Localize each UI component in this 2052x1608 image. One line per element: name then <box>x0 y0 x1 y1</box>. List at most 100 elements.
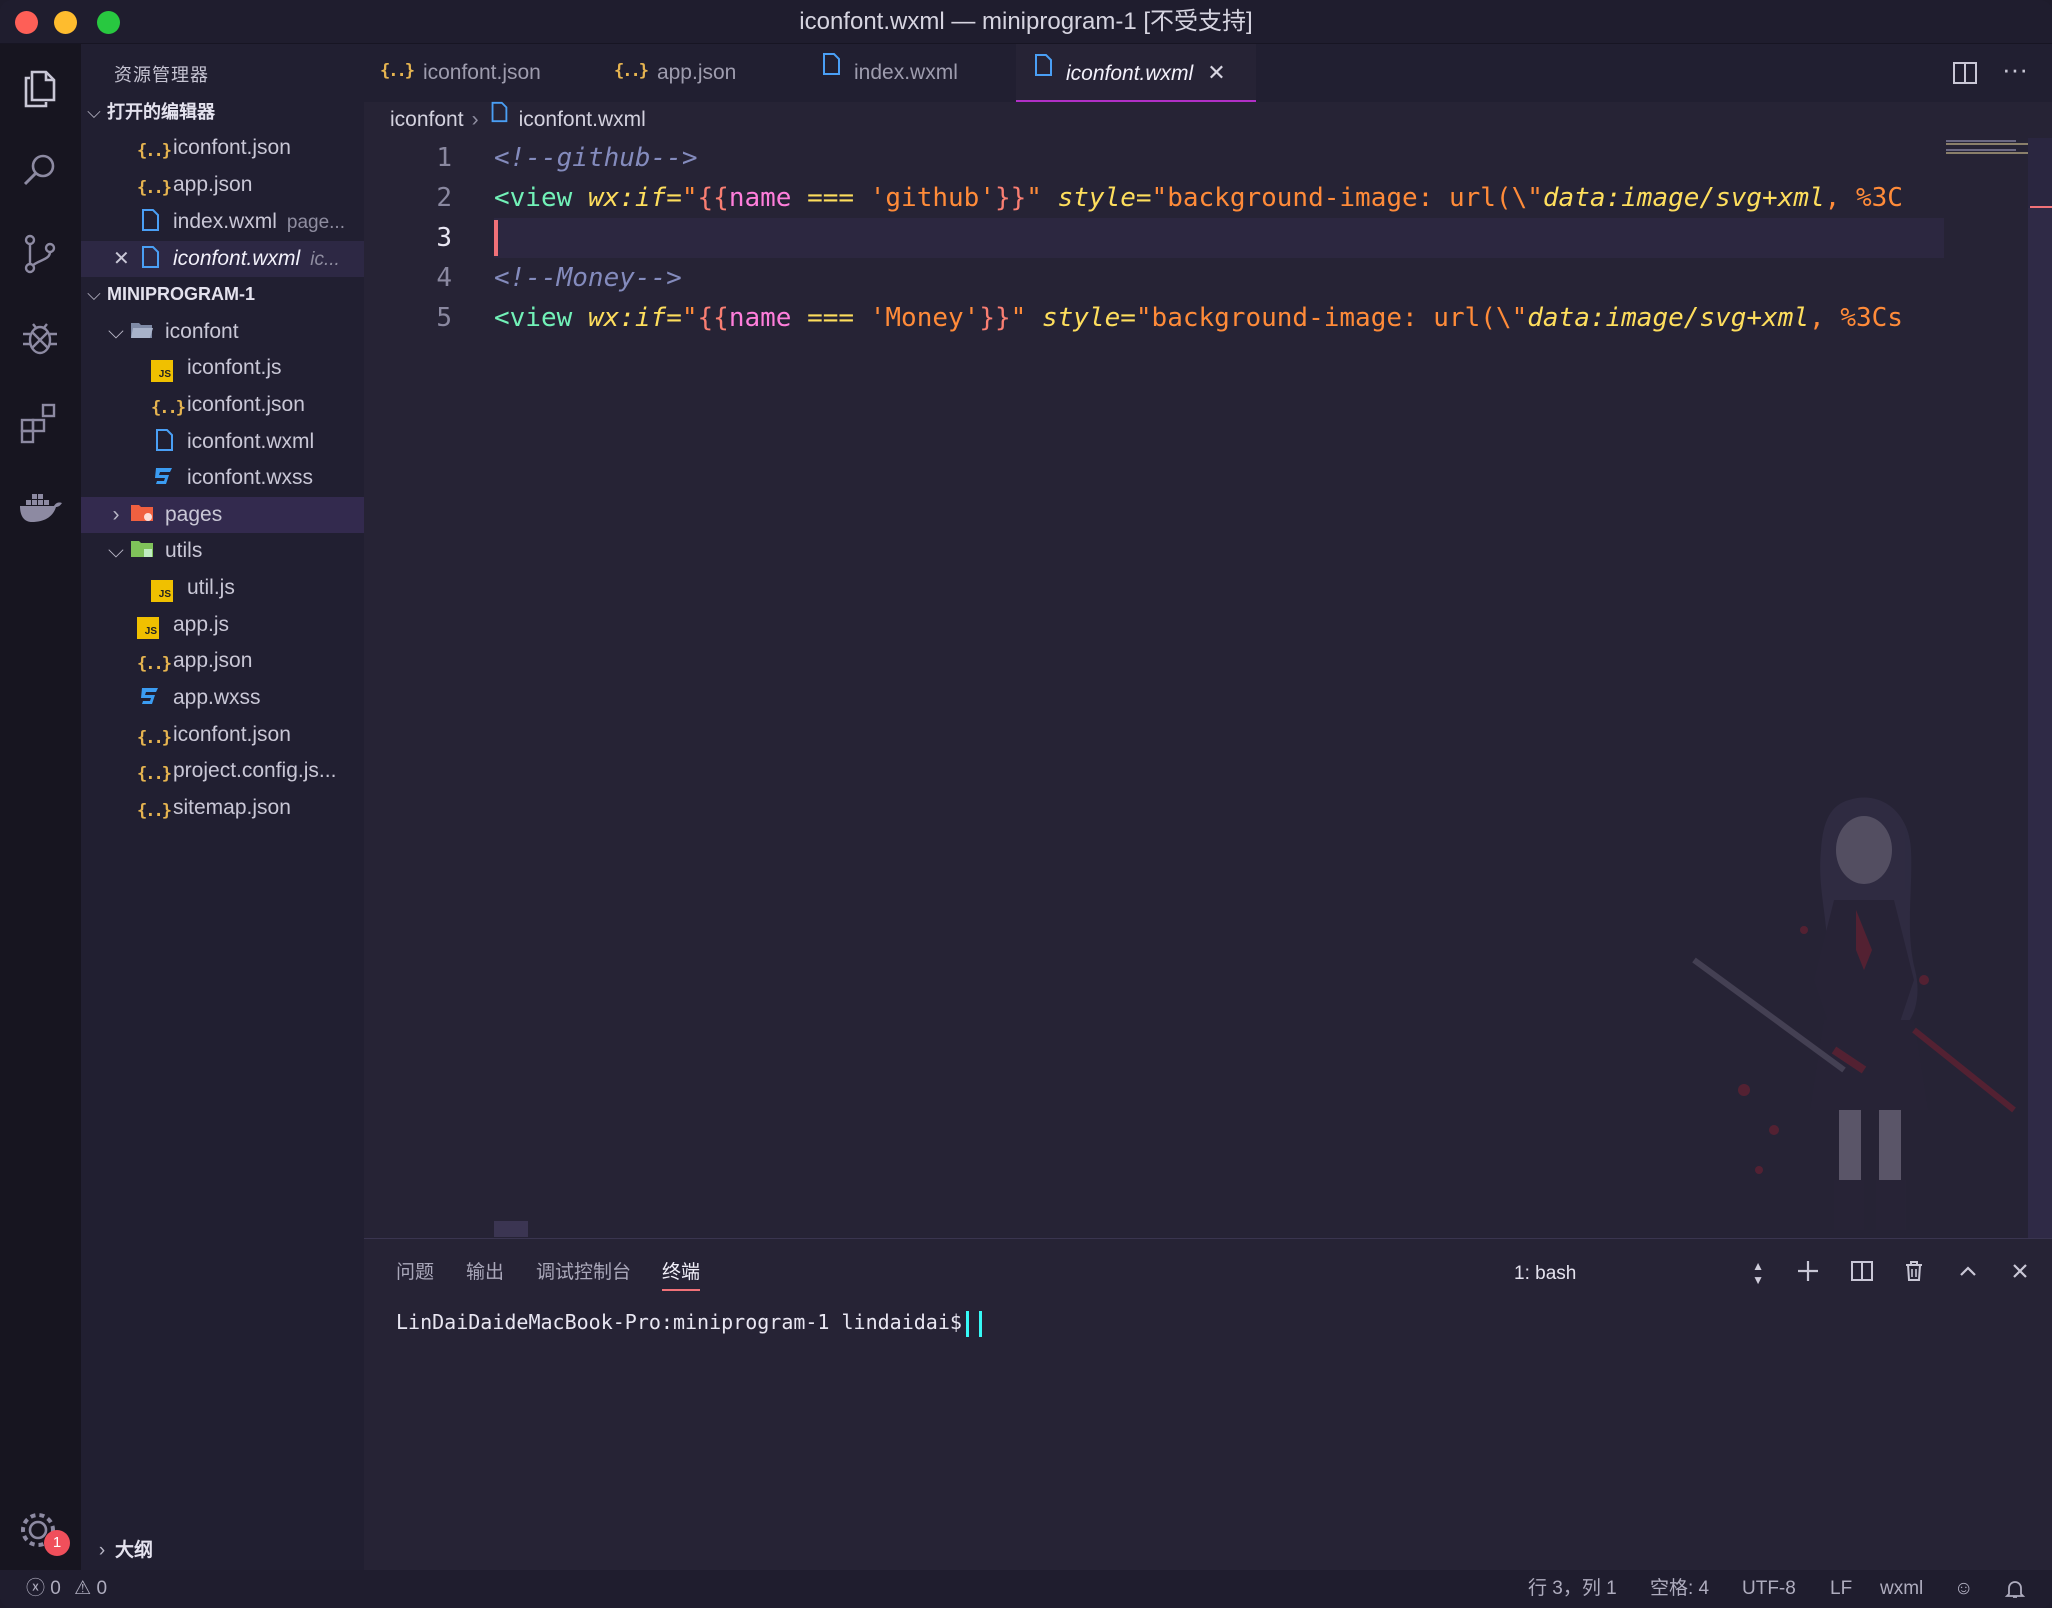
json-file-icon: {..} <box>380 61 415 82</box>
sidebar-title: 资源管理器 <box>114 65 209 85</box>
current-line-highlight <box>494 218 1944 258</box>
encoding[interactable]: UTF-8 <box>1742 1570 1796 1608</box>
tree-item[interactable]: iconfont.wxml <box>81 424 364 460</box>
tree-item[interactable]: JS app.js <box>81 607 364 643</box>
json-file-icon: {..} <box>137 178 172 199</box>
maximize-panel-icon[interactable] <box>1952 1255 1984 1287</box>
code-line[interactable]: <view wx:if="{{name === 'Money'}}" style… <box>494 298 1944 338</box>
tab-index-wxml[interactable]: index.wxml <box>818 44 1018 102</box>
error-icon: ⓧ <box>26 1578 46 1599</box>
tree-item[interactable]: ⌵ iconfont <box>81 314 364 350</box>
close-panel-icon[interactable] <box>2004 1255 2036 1287</box>
indentation[interactable]: 空格: 4 <box>1650 1570 1709 1608</box>
outline-header[interactable]: › 大纲 <box>81 1534 364 1568</box>
terminal-select[interactable]: 1: bash ▲ ▼ <box>1514 1259 1764 1289</box>
line-number: 3 <box>436 223 452 253</box>
settings-badge: 1 <box>44 1530 70 1556</box>
search-icon[interactable] <box>14 144 66 196</box>
folder-open-icon <box>129 536 155 562</box>
docker-icon[interactable] <box>14 480 66 532</box>
window-title: iconfont.wxml — miniprogram-1 [不受支持] <box>799 8 1253 35</box>
tab-terminal[interactable]: 终端 <box>662 1255 701 1291</box>
tab-iconfont-json[interactable]: {..} iconfont.json <box>380 44 590 102</box>
tree-item-utils[interactable]: ⌵ utils <box>81 533 364 569</box>
line-number: 5 <box>436 303 452 333</box>
open-editor-item[interactable]: {..} app.json <box>81 167 364 203</box>
tree-item[interactable]: JS iconfont.js <box>81 350 364 386</box>
chevron-right-icon: › <box>112 503 120 526</box>
chevron-right-icon: › <box>98 1540 106 1561</box>
code-line[interactable]: <!--Money--> <box>494 258 1944 298</box>
debug-icon[interactable] <box>14 312 66 364</box>
js-file-icon: JS <box>151 353 177 383</box>
horizontal-scrollbar-thumb[interactable] <box>494 1221 528 1237</box>
tab-app-json[interactable]: {..} app.json <box>614 44 804 102</box>
code-line[interactable]: <!--github--> <box>494 138 1944 178</box>
file-icon <box>151 427 177 453</box>
breadcrumb-file[interactable]: iconfont.wxml <box>519 108 646 131</box>
activity-bar: 1 <box>0 44 81 1570</box>
split-terminal-icon[interactable] <box>1846 1255 1878 1287</box>
open-editors-header[interactable]: ⌵ 打开的编辑器 <box>81 96 364 128</box>
terminal-cursor <box>978 1310 982 1337</box>
explorer-icon[interactable] <box>14 62 66 114</box>
scrollbar-thumb[interactable] <box>2028 208 2052 1238</box>
project-header[interactable]: ⌵ MINIPROGRAM-1 <box>81 278 364 310</box>
line-number: 1 <box>436 143 452 173</box>
chevron-down-icon: ⌵ <box>87 284 101 304</box>
new-terminal-icon[interactable] <box>1792 1255 1824 1287</box>
tree-item-pages[interactable]: › pages <box>81 497 364 533</box>
tree-item[interactable]: {..} app.json <box>81 643 364 679</box>
tab-actions: ··· <box>1932 44 2052 102</box>
js-file-icon: JS <box>151 573 177 603</box>
css-file-icon <box>137 683 163 709</box>
tree-item[interactable]: {..} project.config.js... <box>81 753 364 789</box>
split-editor-icon[interactable] <box>1950 58 1980 93</box>
json-file-icon: {..} <box>151 398 186 419</box>
more-actions-icon[interactable]: ··· <box>2002 54 2028 85</box>
breadcrumb-folder[interactable]: iconfont <box>390 108 464 131</box>
line-ending[interactable]: LF <box>1830 1570 1852 1608</box>
trash-icon[interactable] <box>1898 1255 1930 1287</box>
tree-item[interactable]: JS util.js <box>81 570 364 606</box>
settings-gear-icon[interactable]: 1 <box>14 1504 70 1556</box>
terminal-prompt-line[interactable]: LinDaiDaideMacBook-Pro:miniprogram-1 lin… <box>396 1305 982 1339</box>
open-editor-item[interactable]: {..} iconfont.json <box>81 130 364 166</box>
close-tab-icon[interactable]: ✕ <box>1207 60 1225 85</box>
extensions-icon[interactable] <box>14 396 66 448</box>
cursor-position[interactable]: 行 3，列 1 <box>1528 1570 1617 1608</box>
json-file-icon: {..} <box>137 728 172 749</box>
open-editor-item[interactable]: index.wxml page... <box>81 204 364 240</box>
tree-item[interactable]: {..} sitemap.json <box>81 790 364 826</box>
tab-output[interactable]: 输出 <box>466 1255 504 1291</box>
file-icon <box>1030 43 1056 101</box>
tree-item[interactable]: iconfont.wxss <box>81 460 364 496</box>
js-file-icon: JS <box>137 610 163 640</box>
bottom-panel: 问题 输出 调试控制台 终端 1: bash ▲ ▼ LinDaiDaideMac… <box>364 1238 2052 1570</box>
chevron-right-icon: › <box>471 108 479 131</box>
chevron-down-icon: ⌵ <box>108 320 124 343</box>
close-icon[interactable]: ✕ <box>113 241 130 277</box>
tab-iconfont-wxml[interactable]: iconfont.wxml ✕ <box>1016 44 1256 102</box>
json-file-icon: {..} <box>137 141 172 162</box>
open-editor-item-active[interactable]: ✕ iconfont.wxml ic... <box>81 241 364 277</box>
code-editor[interactable]: 1 2 3 4 5 <!--github--> <view wx:if="{{n… <box>364 138 2052 1238</box>
tree-item[interactable]: {..} iconfont.json <box>81 717 364 753</box>
folder-icon <box>129 500 155 526</box>
code-line[interactable]: <view wx:if="{{name === 'github'}}" styl… <box>494 178 1944 218</box>
explorer-sidebar: 资源管理器 ⌵ 打开的编辑器 {..} iconfont.json {..} app.… <box>81 44 364 1570</box>
problems-status[interactable]: ⓧ 0 ⚠ 0 <box>26 1570 107 1608</box>
tab-debug-console[interactable]: 调试控制台 <box>536 1255 631 1291</box>
tree-item[interactable]: app.wxss <box>81 680 364 716</box>
notifications-bell-icon[interactable] <box>2004 1570 2026 1608</box>
chevron-down-icon: ⌵ <box>108 539 124 562</box>
feedback-smiley-icon[interactable]: ☺ <box>1954 1570 1973 1608</box>
source-control-icon[interactable] <box>14 228 66 280</box>
language-mode[interactable]: wxml <box>1880 1570 1923 1608</box>
terminal-cursor <box>965 1310 969 1337</box>
vscode-window: iconfont.wxml — miniprogram-1 [不受支持] 1 资… <box>0 0 2052 1608</box>
tab-problems[interactable]: 问题 <box>396 1255 434 1291</box>
vertical-scrollbar[interactable] <box>2028 138 2052 1238</box>
tree-item[interactable]: {..} iconfont.json <box>81 387 364 423</box>
line-number: 4 <box>436 263 452 293</box>
